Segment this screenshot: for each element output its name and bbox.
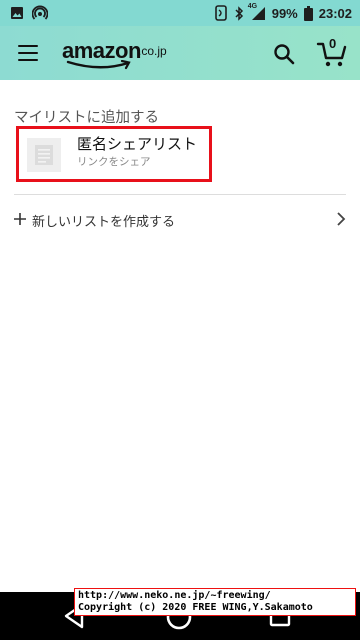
signal-icon: 4G: [247, 2, 266, 21]
create-new-list-row[interactable]: 新しいリストを作成する: [0, 200, 360, 238]
divider: [14, 194, 346, 195]
search-icon[interactable]: [272, 42, 296, 66]
status-bar-left: [10, 5, 48, 21]
section-heading: マイリストに追加する: [14, 110, 159, 126]
chevron-right-icon: [337, 212, 346, 226]
menu-icon[interactable]: [16, 42, 40, 64]
nfc-icon: [214, 5, 228, 21]
list-item-anonymous-share[interactable]: 匿名シェアリスト リンクをシェア: [16, 126, 212, 182]
clock: 23:02: [318, 5, 352, 21]
copyright-watermark: http://www.neko.ne.jp/~freewing/Copyrigh…: [74, 588, 356, 616]
watermark-copyright: Copyright (c) 2020 FREE WING,Y.Sakamoto: [78, 602, 313, 613]
list-subtitle: リンクをシェア: [77, 156, 151, 168]
list-text: 匿名シェアリスト リンクをシェア: [77, 135, 197, 169]
smile-arrow-icon: [66, 60, 131, 70]
status-bar: 4G 99% 23:02: [0, 0, 360, 26]
plus-icon: [14, 213, 26, 225]
network-type-label: 4G: [247, 2, 258, 10]
bluetooth-icon: [234, 5, 244, 21]
cart-count-badge: 0: [329, 36, 337, 51]
image-notification-icon: [10, 6, 24, 20]
create-list-label: 新しいリストを作成する: [32, 215, 176, 230]
status-bar-right: 4G 99% 23:02: [214, 2, 352, 21]
hotspot-icon: [32, 5, 48, 21]
list-name: 匿名シェアリスト: [77, 135, 198, 153]
app-header: amazon .co.jp 0: [0, 26, 360, 80]
logo-suffix: .co.jp: [138, 44, 167, 58]
document-icon: [35, 145, 53, 165]
cart-icon[interactable]: 0: [316, 36, 348, 68]
battery-percent: 99%: [271, 5, 298, 21]
battery-icon: [303, 5, 313, 21]
amazon-logo[interactable]: amazon .co.jp: [62, 38, 172, 70]
watermark-url: http://www.neko.ne.jp/~freewing/: [78, 590, 271, 601]
list-thumbnail: [27, 138, 61, 172]
